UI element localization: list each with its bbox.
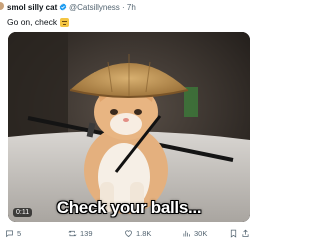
- display-name[interactable]: smol silly cat: [7, 3, 57, 12]
- verified-badge-icon: [59, 3, 67, 11]
- video-caption: Check your balls...: [56, 198, 202, 217]
- share-button[interactable]: [241, 229, 250, 238]
- heart-icon: [125, 230, 132, 237]
- bookmark-icon: [230, 229, 237, 238]
- video-player[interactable]: 0:11 Check your balls...: [8, 32, 250, 222]
- share-icon: [242, 229, 249, 237]
- views-count: 30K: [194, 229, 208, 238]
- reply-icon: [6, 230, 13, 238]
- video-frame: [8, 32, 250, 222]
- like-button[interactable]: 1.8K: [124, 229, 151, 238]
- like-count: 1.8K: [136, 229, 152, 238]
- avatar[interactable]: [0, 2, 4, 10]
- tweet-header: smol silly cat @Catsillyness · 7h: [0, 0, 250, 14]
- views-icon: [183, 230, 190, 237]
- views-button[interactable]: 30K: [182, 229, 207, 238]
- reply-button[interactable]: 5: [5, 229, 21, 238]
- tweet-text-content: Go on, check: [7, 17, 58, 27]
- face-with-raised-eyebrow-emoji: [60, 17, 70, 27]
- tweet-actions: 5 139 1.8K 30K: [0, 229, 250, 243]
- handle-and-time[interactable]: @Catsillyness · 7h: [69, 3, 136, 12]
- retweet-button[interactable]: 139: [68, 229, 93, 238]
- reply-count: 5: [17, 229, 22, 238]
- tweet-text: Go on, check: [7, 17, 70, 27]
- bookmark-button[interactable]: [229, 229, 238, 238]
- retweet-count: 139: [80, 229, 93, 238]
- retweet-icon: [68, 230, 77, 237]
